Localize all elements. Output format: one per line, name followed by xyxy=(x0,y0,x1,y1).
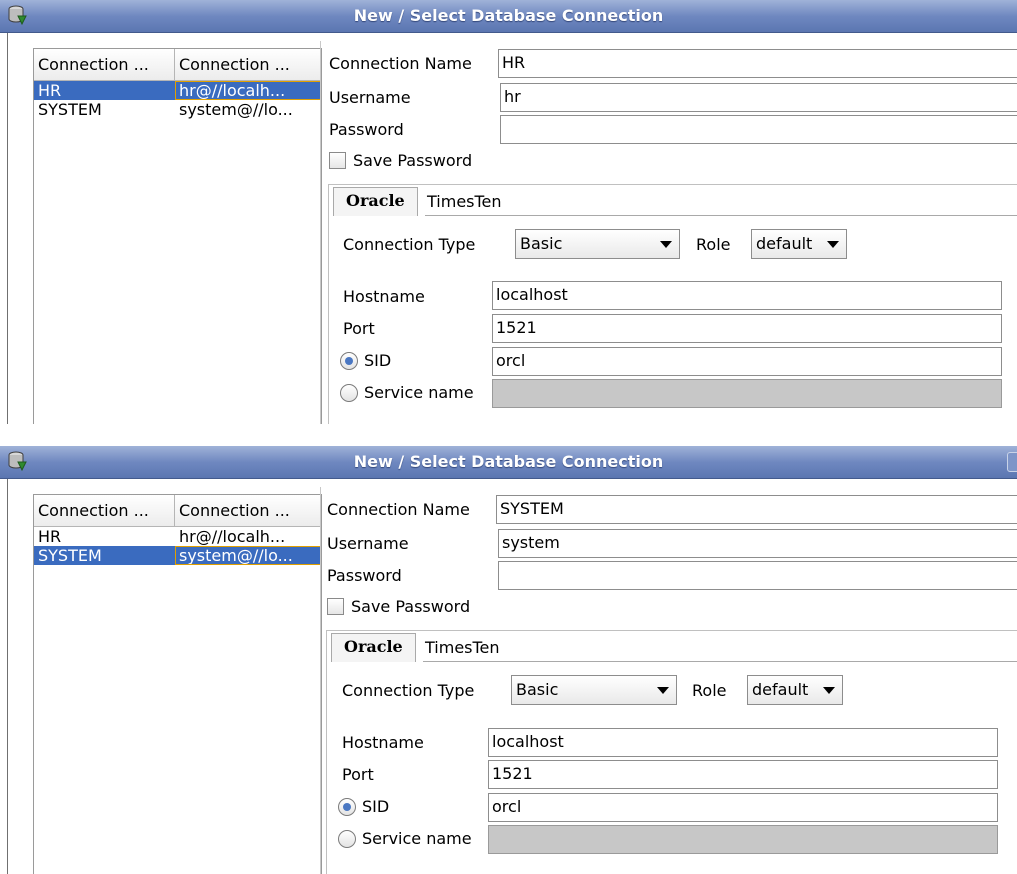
row-connection-details: system@//lo... xyxy=(175,546,321,565)
window-border xyxy=(7,479,8,874)
role-select[interactable]: default xyxy=(751,229,847,259)
connection-name-input[interactable]: SYSTEM xyxy=(496,495,1017,524)
chevron-down-icon xyxy=(827,241,839,248)
window-border xyxy=(7,33,8,424)
connection-type-value: Basic xyxy=(516,680,559,699)
hostname-input[interactable]: localhost xyxy=(488,728,998,757)
list-row-hr[interactable]: HR hr@//localh... xyxy=(34,527,321,546)
save-password-label[interactable]: Save Password xyxy=(353,151,472,170)
username-label: Username xyxy=(327,534,409,553)
role-label: Role xyxy=(692,681,727,700)
service-name-label[interactable]: Service name xyxy=(364,383,474,402)
window-control-button[interactable] xyxy=(1007,452,1017,472)
connection-type-value: Basic xyxy=(520,234,563,253)
list-header: Connection ... Connection ... xyxy=(34,495,321,527)
dialog-screenshot-1: New / Select Database Connection Connect… xyxy=(0,0,1017,424)
port-input[interactable]: 1521 xyxy=(488,760,998,789)
role-value: default xyxy=(756,234,813,253)
connection-type-label: Connection Type xyxy=(342,681,475,700)
service-name-radio[interactable] xyxy=(338,830,356,848)
connection-type-label: Connection Type xyxy=(343,235,476,254)
hostname-label: Hostname xyxy=(342,733,424,752)
sid-input[interactable]: orcl xyxy=(488,793,998,822)
tab-strip-border xyxy=(423,661,1017,662)
panel-divider xyxy=(320,487,321,874)
row-connection-details: hr@//localh... xyxy=(179,527,286,546)
service-name-input xyxy=(492,379,1002,408)
tab-strip-border xyxy=(425,215,1017,216)
window-title: New / Select Database Connection xyxy=(353,6,664,25)
role-select[interactable]: default xyxy=(747,675,843,705)
sid-radio[interactable] xyxy=(340,352,358,370)
tab-timesten[interactable]: TimesTen xyxy=(425,638,500,657)
port-input[interactable]: 1521 xyxy=(492,314,1002,343)
chevron-down-icon xyxy=(823,687,835,694)
row-connection-details: system@//lo... xyxy=(179,100,293,119)
hostname-input[interactable]: localhost xyxy=(492,281,1002,310)
tab-oracle[interactable]: Oracle xyxy=(331,633,416,662)
role-value: default xyxy=(752,680,809,699)
window-titlebar[interactable]: New / Select Database Connection xyxy=(0,446,1017,479)
list-row-system[interactable]: SYSTEM system@//lo... xyxy=(34,546,321,565)
connection-list[interactable]: Connection ... Connection ... HR hr@//lo… xyxy=(33,494,322,874)
dialog-screenshot-2: New / Select Database Connection Connect… xyxy=(0,446,1017,874)
sid-label[interactable]: SID xyxy=(362,797,389,816)
username-label: Username xyxy=(329,88,411,107)
service-name-radio[interactable] xyxy=(340,384,358,402)
column-header-connection-name[interactable]: Connection ... xyxy=(34,495,175,526)
dialog-body: Connection ... Connection ... HR hr@//lo… xyxy=(0,33,1017,424)
column-header-connection-details[interactable]: Connection ... xyxy=(175,49,321,80)
port-label: Port xyxy=(343,319,375,338)
tab-timesten[interactable]: TimesTen xyxy=(427,192,502,211)
chevron-down-icon xyxy=(657,687,669,694)
connection-tabs-panel: Oracle TimesTen Connection Type Basic Ro… xyxy=(326,630,1017,874)
row-connection-name: SYSTEM xyxy=(34,546,175,565)
port-label: Port xyxy=(342,765,374,784)
row-connection-details: hr@//localh... xyxy=(175,81,321,100)
connection-tabs-panel: Oracle TimesTen Connection Type Basic Ro… xyxy=(328,184,1017,424)
connection-name-input[interactable]: HR xyxy=(498,49,1017,78)
hostname-label: Hostname xyxy=(343,287,425,306)
row-connection-name: HR xyxy=(34,81,175,100)
row-connection-name: SYSTEM xyxy=(38,100,102,119)
list-row-hr[interactable]: HR hr@//localh... xyxy=(34,81,321,100)
window-title: New / Select Database Connection xyxy=(353,452,664,471)
panel-divider xyxy=(320,41,321,424)
list-header: Connection ... Connection ... xyxy=(34,49,321,81)
column-header-connection-name[interactable]: Connection ... xyxy=(34,49,175,80)
sid-label[interactable]: SID xyxy=(364,351,391,370)
service-name-label[interactable]: Service name xyxy=(362,829,472,848)
username-input[interactable]: system xyxy=(498,529,1017,558)
chevron-down-icon xyxy=(660,241,672,248)
sid-radio[interactable] xyxy=(338,798,356,816)
save-password-checkbox[interactable] xyxy=(329,152,346,169)
list-row-system[interactable]: SYSTEM system@//lo... xyxy=(34,100,321,119)
connection-list[interactable]: Connection ... Connection ... HR hr@//lo… xyxy=(33,48,322,424)
tab-oracle[interactable]: Oracle xyxy=(333,187,418,216)
service-name-input xyxy=(488,825,998,854)
password-input[interactable] xyxy=(500,115,1017,144)
role-label: Role xyxy=(696,235,731,254)
row-connection-name: HR xyxy=(38,527,62,546)
save-password-checkbox[interactable] xyxy=(327,598,344,615)
column-header-connection-details[interactable]: Connection ... xyxy=(175,495,321,526)
password-label: Password xyxy=(329,120,404,139)
password-label: Password xyxy=(327,566,402,585)
connection-name-label: Connection Name xyxy=(329,54,472,73)
username-input[interactable]: hr xyxy=(500,83,1017,112)
connection-type-select[interactable]: Basic xyxy=(515,229,680,259)
connection-type-select[interactable]: Basic xyxy=(511,675,677,705)
dialog-body: Connection ... Connection ... HR hr@//lo… xyxy=(0,479,1017,874)
connection-name-label: Connection Name xyxy=(327,500,470,519)
window-titlebar[interactable]: New / Select Database Connection xyxy=(0,0,1017,33)
save-password-label[interactable]: Save Password xyxy=(351,597,470,616)
sid-input[interactable]: orcl xyxy=(492,347,1002,376)
password-input[interactable] xyxy=(498,561,1017,590)
